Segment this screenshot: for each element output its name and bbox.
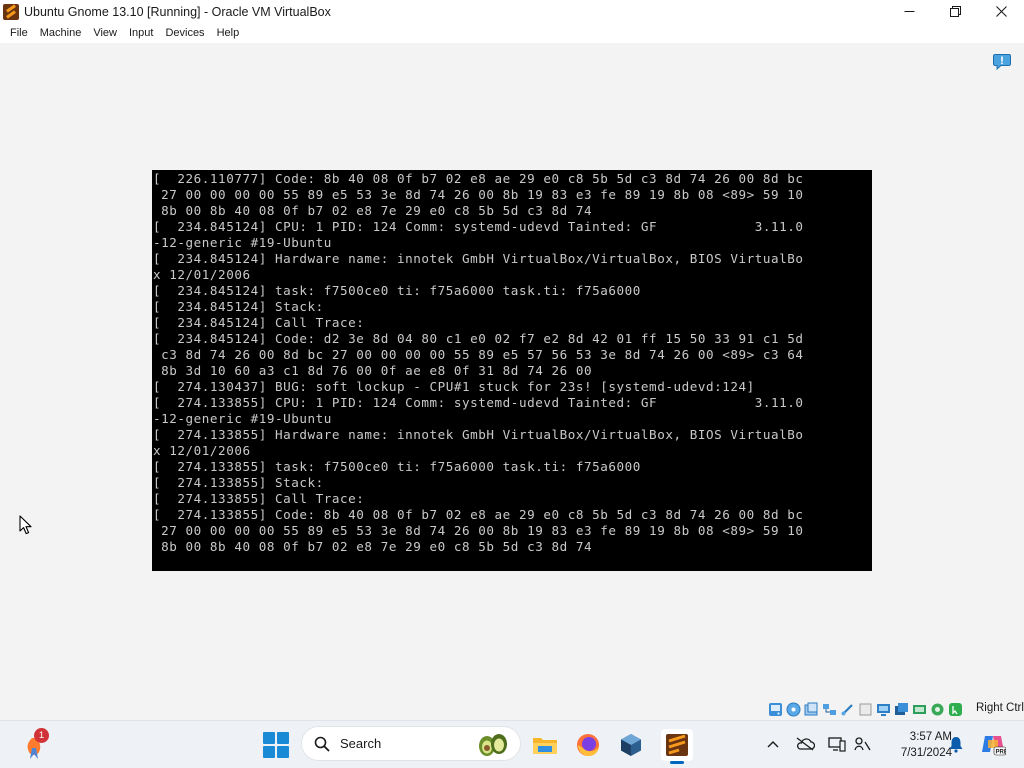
menu-input[interactable]: Input bbox=[123, 23, 159, 43]
windows-logo-tile bbox=[263, 732, 275, 744]
console-line: -12-generic #19-Ubuntu bbox=[153, 411, 332, 426]
network-volume-tray-button[interactable] bbox=[851, 731, 873, 757]
title-bar[interactable]: Ubuntu Gnome 13.10 [Running] - Oracle VM… bbox=[0, 0, 1024, 23]
console-line: [ 274.133855] CPU: 1 PID: 124 Comm: syst… bbox=[153, 395, 804, 410]
show-hidden-icons-button[interactable] bbox=[763, 731, 783, 757]
console-line: x 12/01/2006 bbox=[153, 267, 251, 282]
minimize-button[interactable] bbox=[886, 0, 932, 23]
display-icon[interactable] bbox=[875, 701, 892, 717]
firefox-icon bbox=[577, 734, 599, 756]
system-clock[interactable]: 3:57 AM 7/31/2024 bbox=[874, 729, 952, 761]
console-line: [ 226.110777] Code: 8b 40 08 0f b7 02 e8… bbox=[153, 171, 804, 186]
status-icons bbox=[767, 701, 964, 717]
console-line: [ 234.845124] Call Trace: bbox=[153, 315, 365, 330]
clock-date: 7/31/2024 bbox=[900, 747, 952, 759]
onedrive-tray-button[interactable] bbox=[793, 731, 817, 757]
taskbar-vm-window[interactable] bbox=[661, 729, 693, 764]
shared-folders-icon[interactable] bbox=[857, 701, 874, 717]
menu-file[interactable]: File bbox=[4, 23, 34, 43]
menu-bar: File Machine View Input Devices Help bbox=[0, 23, 1024, 43]
monitor-icon bbox=[828, 737, 846, 752]
console-line: x 12/01/2006 bbox=[153, 443, 251, 458]
restore-icon bbox=[949, 6, 961, 17]
close-button[interactable] bbox=[978, 0, 1024, 23]
close-icon bbox=[995, 6, 1007, 17]
search-icon bbox=[314, 736, 330, 751]
display-tray-button[interactable] bbox=[826, 731, 848, 757]
cpu-icon[interactable] bbox=[929, 701, 946, 717]
accessibility-icon bbox=[854, 737, 871, 751]
bell-icon bbox=[949, 737, 963, 753]
maximize-button[interactable] bbox=[932, 0, 978, 23]
console-line: 27 00 00 00 00 55 89 e5 53 3e 8d 74 26 0… bbox=[153, 187, 804, 202]
menu-machine[interactable]: Machine bbox=[34, 23, 88, 43]
vm-status-bar: Right Ctrl bbox=[0, 698, 1024, 720]
console-line: 8b 00 8b 40 08 0f b7 02 e8 7e 29 e0 c8 5… bbox=[153, 539, 593, 554]
virtualbox-vm-icon bbox=[3, 3, 19, 20]
usb-icon[interactable] bbox=[839, 701, 856, 717]
menu-devices[interactable]: Devices bbox=[159, 23, 210, 43]
optical-drive-icon[interactable] bbox=[785, 701, 802, 717]
clock-time: 3:57 AM bbox=[909, 731, 952, 743]
window-title: Ubuntu Gnome 13.10 [Running] - Oracle VM… bbox=[24, 4, 331, 19]
windows-logo-tile bbox=[263, 746, 275, 758]
audio-icon[interactable] bbox=[803, 701, 820, 717]
console-line: -12-generic #19-Ubuntu bbox=[153, 235, 332, 250]
window-controls bbox=[886, 0, 1024, 23]
console-line: [ 234.845124] task: f7500ce0 ti: f75a600… bbox=[153, 283, 641, 298]
windows-logo-tile bbox=[277, 732, 289, 744]
taskbar-firefox[interactable] bbox=[572, 729, 604, 761]
console-line: 27 00 00 00 00 55 89 e5 53 3e 8d 74 26 0… bbox=[153, 523, 804, 538]
notification-badge: 1 bbox=[34, 728, 49, 743]
chevron-up-icon bbox=[767, 741, 779, 748]
menu-help[interactable]: Help bbox=[211, 23, 246, 43]
mouse-integration-icon[interactable] bbox=[947, 701, 964, 717]
console-line: [ 274.133855] Code: 8b 40 08 0f b7 02 e8… bbox=[153, 507, 804, 522]
console-line: [ 234.845124] Code: d2 3e 8d 04 80 c1 e0… bbox=[153, 331, 804, 346]
network-icon[interactable] bbox=[821, 701, 838, 717]
onedrive-off-icon bbox=[796, 737, 815, 751]
console-line: 8b 00 8b 40 08 0f b7 02 e8 7e 29 e0 c8 5… bbox=[153, 203, 593, 218]
console-line: c3 8d 74 26 00 8d bc 27 00 00 00 00 55 8… bbox=[153, 347, 804, 362]
console-line: [ 274.130437] BUG: soft lockup - CPU#1 s… bbox=[153, 379, 755, 394]
menu-view[interactable]: View bbox=[87, 23, 123, 43]
copilot-icon: PRE bbox=[982, 736, 1007, 756]
guest-console[interactable]: [ 226.110777] Code: 8b 40 08 0f b7 02 e8… bbox=[152, 170, 872, 571]
console-line: [ 274.133855] Hardware name: innotek Gmb… bbox=[153, 427, 804, 442]
widgets-button[interactable]: 1 bbox=[20, 728, 50, 762]
taskbar-file-explorer[interactable] bbox=[529, 729, 561, 761]
copilot-button[interactable]: PRE bbox=[979, 731, 1007, 757]
hard-disk-icon[interactable] bbox=[767, 701, 784, 717]
mouse-pointer-icon bbox=[19, 515, 32, 535]
video-capture-icon[interactable] bbox=[893, 701, 910, 717]
virtualbox-vm-icon bbox=[666, 734, 688, 756]
recording-icon[interactable] bbox=[911, 701, 928, 717]
message-notification-icon[interactable] bbox=[993, 53, 1011, 70]
console-line: 8b 3d 10 60 a3 c1 8d 76 00 0f ae e8 0f 3… bbox=[153, 363, 593, 378]
virtualbox-icon bbox=[621, 734, 641, 756]
notifications-button[interactable] bbox=[946, 731, 966, 757]
taskbar: 1 Search 3:57 AM 7/31/2024 PRE bbox=[0, 720, 1024, 768]
svg-text:PRE: PRE bbox=[996, 750, 1007, 756]
taskbar-virtualbox[interactable] bbox=[615, 729, 647, 761]
search-placeholder: Search bbox=[340, 736, 382, 751]
active-app-indicator bbox=[670, 761, 684, 764]
windows-logo-tile bbox=[277, 746, 289, 758]
console-line: [ 234.845124] Stack: bbox=[153, 299, 324, 314]
console-line: [ 234.845124] CPU: 1 PID: 124 Comm: syst… bbox=[153, 219, 804, 234]
minimize-icon bbox=[904, 11, 914, 12]
folder-icon bbox=[533, 738, 557, 754]
console-line: [ 274.133855] task: f7500ce0 ti: f75a600… bbox=[153, 459, 641, 474]
console-line: [ 274.133855] Stack: bbox=[153, 475, 324, 490]
console-line: [ 234.845124] Hardware name: innotek Gmb… bbox=[153, 251, 804, 266]
taskbar-search[interactable]: Search bbox=[301, 726, 521, 761]
console-line: [ 274.133855] Call Trace: bbox=[153, 491, 365, 506]
search-highlight-avocado-icon bbox=[479, 734, 507, 756]
host-key-label: Right Ctrl bbox=[976, 702, 1024, 714]
start-button[interactable] bbox=[262, 731, 290, 759]
